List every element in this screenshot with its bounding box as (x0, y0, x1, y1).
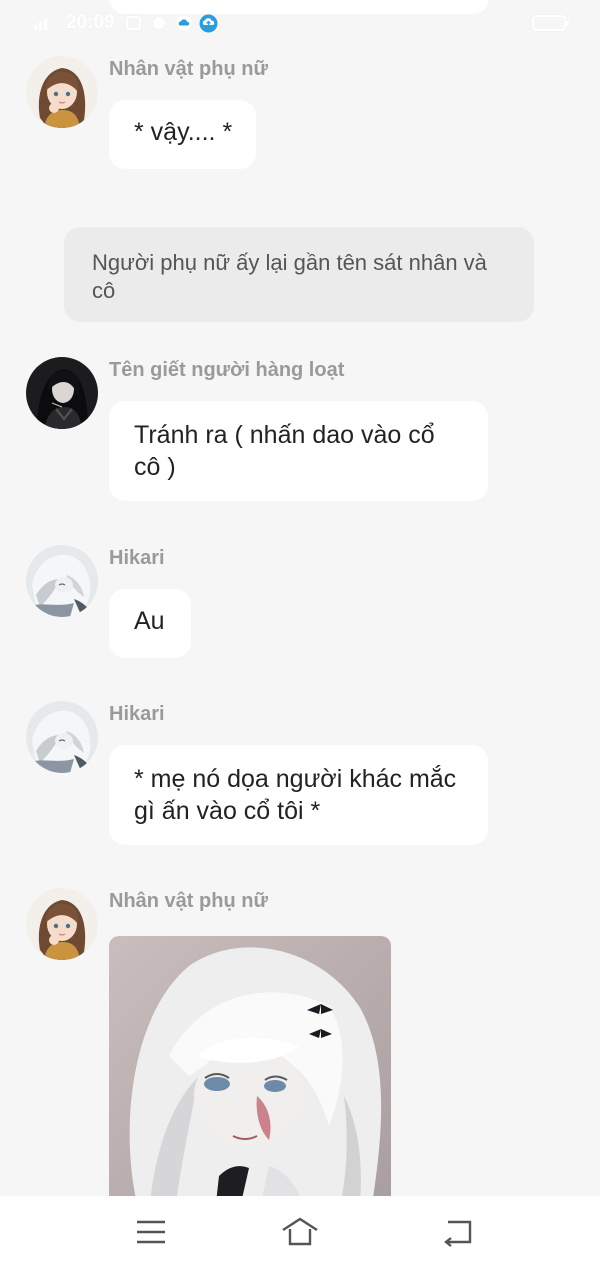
home-icon (282, 1217, 318, 1246)
avatar-serial-killer[interactable] (26, 357, 98, 429)
anime-white-haired-girl-image (109, 936, 391, 1212)
sender-name: Nhân vật phụ nữ (109, 58, 268, 80)
avatar-hikari[interactable] (26, 701, 98, 773)
avatar-female-character[interactable] (26, 888, 98, 960)
message-bubble[interactable]: * mẹ nó dọa người khác mắc gì ấn vào cổ … (109, 745, 488, 845)
message-bubble[interactable]: Au (109, 589, 191, 658)
upload-icon (199, 14, 218, 33)
sender-name: Tên giết người hàng loạt (109, 359, 345, 381)
back-button[interactable] (438, 1212, 478, 1252)
menu-button[interactable] (131, 1212, 171, 1252)
message-bubble[interactable]: Tránh ra ( nhấn dao vào cổ cô ) (109, 401, 488, 501)
status-time: 20:09 (66, 12, 115, 33)
sender-name: Hikari (109, 547, 165, 569)
cloud-icon (176, 15, 192, 31)
avatar-hikari[interactable] (26, 545, 98, 617)
notification-dot-icon (153, 17, 165, 29)
battery-icon (532, 15, 569, 31)
sender-name: Hikari (109, 703, 165, 725)
home-button[interactable] (280, 1212, 320, 1252)
message-bubble[interactable]: * vậy.... * (109, 100, 257, 169)
narration-bubble[interactable]: Người phụ nữ ấy lại gần tên sát nhân và … (64, 227, 534, 322)
signal-icon (34, 19, 47, 30)
sender-name: Nhân vật phụ nữ (109, 890, 268, 912)
navigation-bar (0, 1196, 600, 1267)
previous-message-bubble (109, 0, 489, 14)
back-icon (444, 1220, 472, 1247)
notification-icon (126, 16, 141, 30)
image-message[interactable] (109, 936, 391, 1212)
menu-icon (137, 1220, 165, 1244)
avatar-female-character[interactable] (26, 56, 98, 128)
